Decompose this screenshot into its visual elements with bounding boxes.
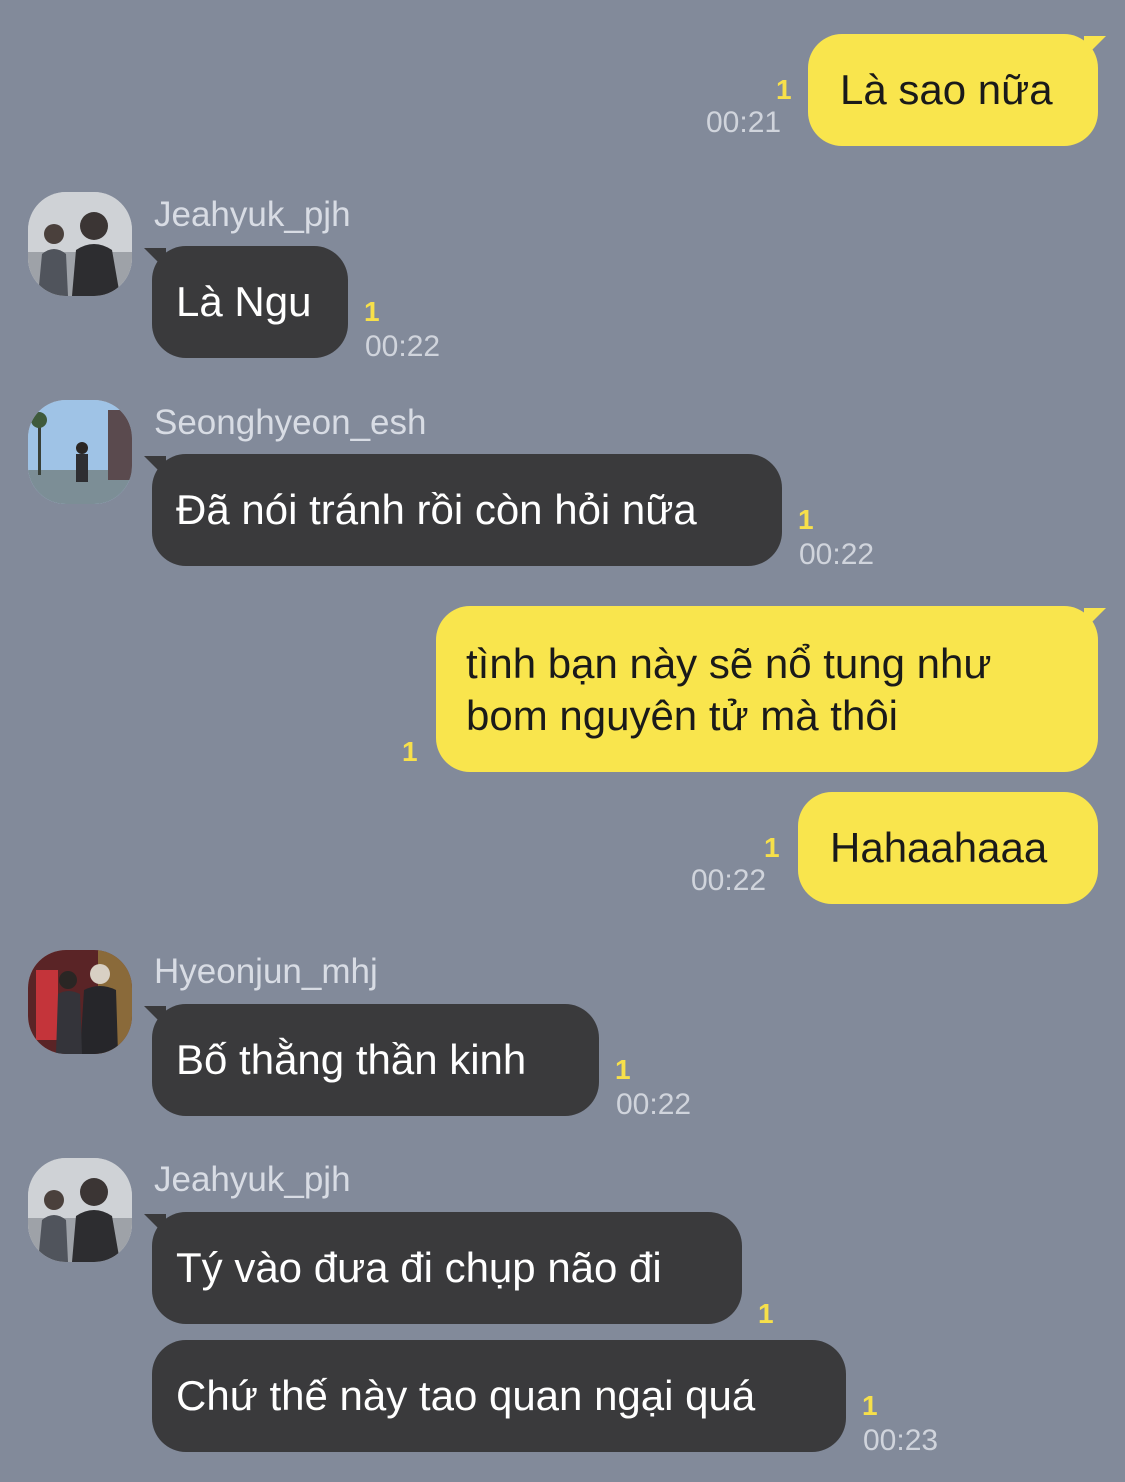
- avatar-photo-icon: [28, 1158, 132, 1262]
- message-text: Hahaahaaa: [830, 824, 1048, 871]
- message-text-line: tình bạn này sẽ nổ tung như: [466, 640, 992, 687]
- message-bubble-incoming[interactable]: Đã nói tránh rồi còn hỏi nữa: [144, 454, 782, 566]
- avatar-seonghyeon[interactable]: [28, 400, 132, 504]
- message-text: Bố thằng thần kinh: [176, 1036, 527, 1083]
- message-text: Đã nói tránh rồi còn hỏi nữa: [176, 486, 697, 533]
- unread-count: 1: [402, 736, 418, 767]
- message-bubble-incoming[interactable]: Là Ngu: [144, 246, 348, 358]
- unread-count: 1: [364, 296, 380, 327]
- sender-name: Jeahyuk_pjh: [154, 1160, 351, 1199]
- message-text: Là sao nữa: [840, 66, 1053, 113]
- message-bubble-incoming[interactable]: Tý vào đưa đi chụp não đi: [144, 1212, 742, 1324]
- message-bubble-incoming[interactable]: Bố thằng thần kinh: [144, 1004, 599, 1116]
- message-text: Tý vào đưa đi chụp não đi: [176, 1244, 662, 1291]
- avatar-photo-icon: [28, 400, 132, 504]
- message-time: 00:21: [706, 106, 782, 139]
- message-bubble-outgoing[interactable]: tình bạn này sẽ nổ tung như bom nguyên t…: [436, 606, 1106, 772]
- unread-count: 1: [764, 832, 780, 863]
- message-time: 00:22: [616, 1088, 692, 1121]
- unread-count: 1: [615, 1054, 631, 1085]
- unread-count: 1: [798, 504, 814, 535]
- message-bubble-incoming[interactable]: Chứ thế này tao quan ngại quá: [152, 1340, 846, 1452]
- sender-name: Hyeonjun_mhj: [154, 952, 378, 991]
- message-bubble-outgoing[interactable]: Là sao nữa: [808, 34, 1106, 146]
- avatar-jeahyuk[interactable]: [28, 1158, 132, 1262]
- avatar-photo-icon: [28, 192, 132, 296]
- message-bubble-outgoing[interactable]: Hahaahaaa: [798, 792, 1098, 904]
- message-text: Chứ thế này tao quan ngại quá: [176, 1372, 756, 1419]
- message-text: Là Ngu: [176, 278, 312, 325]
- unread-count: 1: [776, 74, 792, 105]
- message-time: 00:23: [863, 1424, 939, 1457]
- message-text-line: bom nguyên tử mà thôi: [466, 692, 899, 739]
- avatar-jeahyuk[interactable]: [28, 192, 132, 296]
- unread-count: 1: [758, 1298, 774, 1329]
- avatar-photo-icon: [28, 950, 132, 1054]
- avatar-hyeonjun[interactable]: [28, 950, 132, 1054]
- message-time: 00:22: [365, 330, 441, 363]
- message-time: 00:22: [799, 538, 875, 571]
- message-time: 00:22: [691, 864, 767, 897]
- sender-name: Seonghyeon_esh: [154, 403, 427, 442]
- unread-count: 1: [862, 1390, 878, 1421]
- sender-name: Jeahyuk_pjh: [154, 195, 351, 234]
